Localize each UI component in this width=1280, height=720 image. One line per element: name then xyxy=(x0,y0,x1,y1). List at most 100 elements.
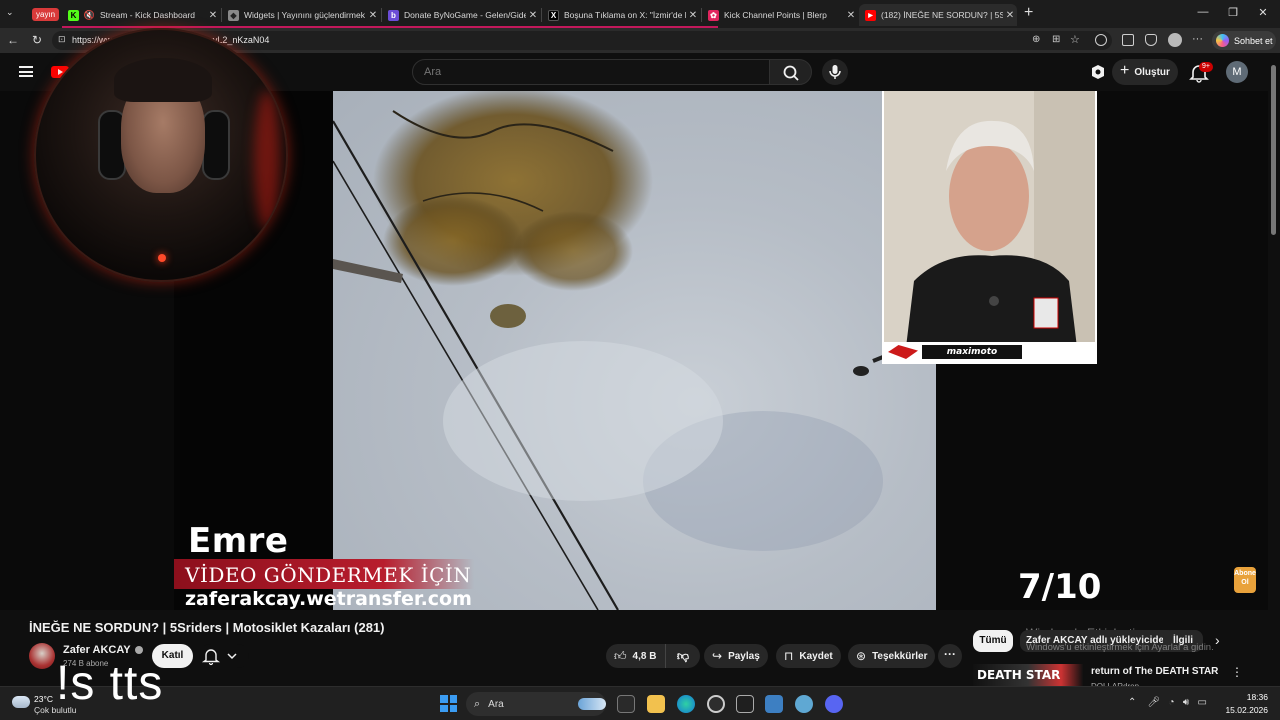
account-avatar[interactable]: M xyxy=(1226,61,1248,83)
tab-group-label[interactable]: yayın xyxy=(32,8,60,21)
favorite-star-icon[interactable]: ☆ xyxy=(1070,33,1080,46)
taskbar-date[interactable]: 15.02.2026 xyxy=(1218,705,1268,715)
tab-title: Kick Channel Points | Blerp xyxy=(724,10,827,20)
maximoto-logo: maximoto xyxy=(922,345,1022,359)
close-window-icon[interactable]: ✕ xyxy=(1248,6,1278,19)
reload-icon[interactable]: ↻ xyxy=(29,33,45,47)
tab-kick-dashboard[interactable]: K 🔇 Stream - Kick Dashboard ✕ xyxy=(62,4,220,26)
tab-youtube-active[interactable]: ▶ (182) İNEĞE NE SORDUN? | 5Srid ✕ xyxy=(859,4,1017,26)
cast-icon[interactable] xyxy=(1090,64,1106,80)
send-video-caption: VİDEO GÖNDERMEK İÇİN xyxy=(185,563,472,587)
create-button[interactable]: + Oluştur xyxy=(1112,59,1178,85)
mute-icon[interactable]: 🔇 xyxy=(84,10,95,21)
image-viewer-icon[interactable] xyxy=(765,695,783,713)
channel-name[interactable]: Zafer AKCAY xyxy=(63,644,143,656)
taskbar-search-label: Ara xyxy=(488,698,504,710)
notification-badge: 9+ xyxy=(1199,62,1213,72)
search-button[interactable] xyxy=(769,59,812,85)
recommendation-thumbnail[interactable]: DEATH STAR xyxy=(973,664,1083,686)
stream-overlay-text: !s tts xyxy=(56,657,164,710)
channel-avatar[interactable] xyxy=(29,643,55,669)
apps-icon[interactable]: ⊞ xyxy=(1052,34,1060,45)
create-label: Oluştur xyxy=(1134,66,1170,78)
thumbs-up-icon: 👍︎ xyxy=(614,648,627,663)
subscribe-watermark[interactable]: Abone Ol xyxy=(1234,567,1256,593)
copilot-icon xyxy=(1216,34,1229,47)
edge-browser-icon[interactable] xyxy=(677,695,695,713)
like-dislike-group: 👍︎ 4,8 B 👎︎ xyxy=(606,644,700,668)
close-tab-icon[interactable]: ✕ xyxy=(206,10,220,21)
dislike-button[interactable]: 👎︎ xyxy=(666,649,700,664)
menu-icon[interactable] xyxy=(19,66,33,77)
widgets-icon: ◆ xyxy=(228,9,239,21)
file-explorer-icon[interactable] xyxy=(647,695,665,713)
profile-avatar[interactable] xyxy=(1168,33,1182,47)
recommendation-menu-icon[interactable]: ⋮ xyxy=(1231,665,1243,679)
weather-temperature[interactable]: 23°C xyxy=(34,694,53,704)
x-icon: X xyxy=(548,9,559,21)
like-count: 4,8 B xyxy=(632,650,657,662)
headphone-right xyxy=(202,110,230,180)
more-menu-icon[interactable]: ··· xyxy=(1192,33,1203,45)
recommendation-title[interactable]: return of The DEATH STAR xyxy=(1091,666,1218,677)
obs-icon[interactable] xyxy=(707,695,725,713)
thanks-button[interactable]: ⊛ Teşekkürler xyxy=(848,644,936,668)
search-input[interactable] xyxy=(424,66,754,78)
tab-title: (182) İNEĞE NE SORDUN? | 5Srid xyxy=(881,10,1003,20)
tab-blerp[interactable]: ✿ Kick Channel Points | Blerp ✕ xyxy=(702,4,858,26)
voice-search-button[interactable] xyxy=(822,59,848,85)
translate-icon[interactable]: ⊕ xyxy=(1032,34,1040,45)
share-icon: ↪ xyxy=(712,649,723,663)
extension-icon[interactable] xyxy=(1095,34,1107,46)
close-tab-icon[interactable]: ✕ xyxy=(686,10,700,21)
share-label: Paylaş xyxy=(728,650,760,662)
copilot-label: Sohbet et xyxy=(1234,35,1273,46)
minimize-icon[interactable]: — xyxy=(1188,6,1218,18)
tab-list-chevron-icon[interactable]: ⌄ xyxy=(6,7,14,18)
back-icon[interactable]: ← xyxy=(5,33,21,47)
kick-icon: K xyxy=(68,9,79,21)
close-tab-icon[interactable]: ✕ xyxy=(366,10,380,21)
tree-and-wires-scene xyxy=(333,91,894,610)
system-tray[interactable]: ⌃ 🎤︎ ◔ 🔊︎ ▭ xyxy=(1128,697,1207,708)
scrollbar-thumb[interactable] xyxy=(1271,65,1276,235)
copilot-button[interactable]: Sohbet et xyxy=(1212,31,1276,50)
notification-preference-button[interactable] xyxy=(199,644,249,668)
search-box[interactable] xyxy=(412,59,770,85)
new-tab-icon[interactable]: + xyxy=(1024,4,1033,22)
streamer-webcam-overlay xyxy=(34,28,288,282)
channel-name-text[interactable]: Zafer AKCAY xyxy=(63,644,131,656)
start-windows-icon[interactable] xyxy=(440,695,457,712)
taskbar-clock[interactable]: 18:36 xyxy=(1228,692,1268,702)
task-view-icon[interactable] xyxy=(617,695,635,713)
maximoto-logo-mark xyxy=(888,345,918,359)
restore-icon[interactable]: ❐ xyxy=(1218,6,1248,19)
chip-all[interactable]: Tümü xyxy=(973,630,1013,652)
tab-bynogame[interactable]: b Donate ByNoGame - Gelen/Giden ✕ xyxy=(382,4,540,26)
favorites-icon[interactable] xyxy=(1145,34,1157,46)
plus-icon: + xyxy=(1120,62,1130,79)
close-tab-icon[interactable]: ✕ xyxy=(526,10,540,21)
search-icon xyxy=(783,65,799,81)
share-button[interactable]: ↪ Paylaş xyxy=(704,644,768,668)
save-button[interactable]: ⊓ Kaydet xyxy=(776,644,841,668)
site-info-icon[interactable]: ⊡ xyxy=(58,34,66,45)
cloud-icon[interactable] xyxy=(12,696,30,708)
blerp-icon: ✿ xyxy=(708,9,719,21)
more-actions-button[interactable]: ··· xyxy=(938,644,962,668)
extensions-puzzle-icon[interactable] xyxy=(1122,34,1134,46)
network-app-icon[interactable] xyxy=(795,695,813,713)
close-tab-icon[interactable]: ✕ xyxy=(1003,10,1017,21)
video-frame-sky xyxy=(333,91,936,610)
tab-title: Donate ByNoGame - Gelen/Giden xyxy=(404,10,526,20)
chevron-right-icon[interactable]: › xyxy=(1215,632,1220,648)
search-highlight-icon[interactable] xyxy=(578,698,606,710)
discord-icon[interactable] xyxy=(825,695,843,713)
settings-app-icon[interactable] xyxy=(736,695,754,713)
page-scrollbar[interactable] xyxy=(1268,53,1280,686)
tab-x-post[interactable]: X Boşuna Tıklama on X: "İzmir'de bir ✕ xyxy=(542,4,700,26)
tab-widgets[interactable]: ◆ Widgets | Yayınını güçlendirmek iç ✕ xyxy=(222,4,380,26)
sender-name-overlay: Emre xyxy=(188,521,289,561)
close-tab-icon[interactable]: ✕ xyxy=(844,10,858,21)
like-button[interactable]: 👍︎ 4,8 B xyxy=(606,644,666,668)
